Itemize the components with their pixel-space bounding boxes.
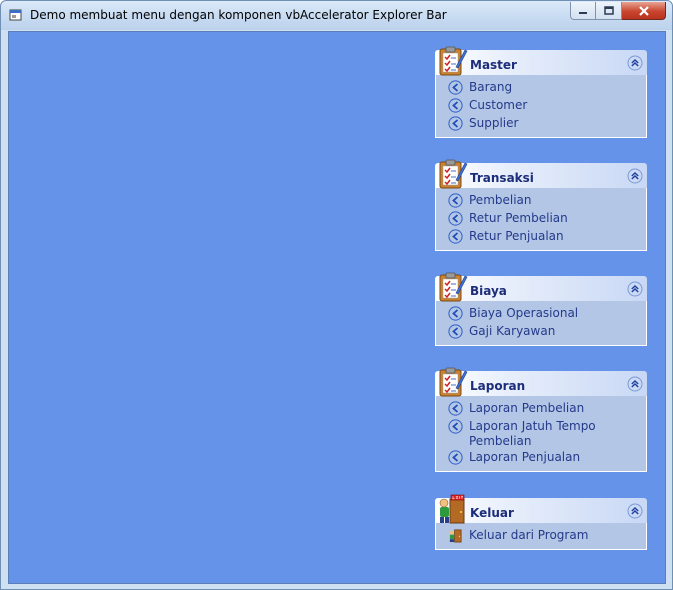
clipboard-icon [436, 271, 468, 303]
arrow-left-circle-icon [448, 450, 463, 465]
menu-item[interactable]: Laporan Pembelian [446, 400, 640, 418]
arrow-left-circle-icon [448, 193, 463, 208]
arrow-left-circle-icon [448, 324, 463, 339]
collapse-chevron-icon[interactable] [627, 168, 643, 184]
group-keluar: Keluar Keluar dari Program [435, 493, 647, 550]
group-title: Laporan [470, 379, 526, 393]
menu-item[interactable]: Barang [446, 79, 640, 97]
group-header[interactable]: Master [435, 45, 647, 75]
group-body: Pembelian Retur Pembelian Retur Penjualan [435, 188, 647, 251]
arrow-left-circle-icon [448, 211, 463, 226]
arrow-left-circle-icon [448, 80, 463, 95]
menu-item[interactable]: Laporan Penjualan [446, 449, 640, 467]
arrow-left-circle-icon [448, 98, 463, 113]
menu-item-label: Customer [469, 98, 528, 112]
menu-item[interactable]: Laporan Jatuh Tempo Pembelian [446, 418, 640, 449]
menu-item-label: Keluar dari Program [469, 528, 589, 542]
menu-item-label: Supplier [469, 116, 519, 130]
collapse-chevron-icon[interactable] [627, 281, 643, 297]
collapse-chevron-icon[interactable] [627, 376, 643, 392]
group-header[interactable]: Biaya [435, 271, 647, 301]
group-title: Keluar [470, 506, 514, 520]
arrow-left-circle-icon [448, 419, 463, 434]
menu-item[interactable]: Retur Pembelian [446, 210, 640, 228]
group-header[interactable]: Laporan [435, 366, 647, 396]
menu-item-label: Laporan Jatuh Tempo Pembelian [469, 419, 596, 448]
menu-item[interactable]: Pembelian [446, 192, 640, 210]
minimize-button[interactable] [570, 2, 596, 20]
group-body: Keluar dari Program [435, 523, 647, 550]
menu-item-label: Pembelian [469, 193, 532, 207]
collapse-chevron-icon[interactable] [627, 55, 643, 71]
group-header[interactable]: Keluar [435, 493, 647, 523]
arrow-left-circle-icon [448, 116, 463, 131]
clipboard-icon [436, 158, 468, 190]
minimize-icon [579, 11, 587, 14]
group-transaksi: Transaksi Pembelian Retur Pembelian Retur P… [435, 158, 647, 251]
arrow-left-circle-icon [448, 306, 463, 321]
exit-door-small-icon [448, 528, 463, 543]
close-icon [638, 5, 649, 16]
exit-door-icon [436, 493, 468, 525]
menu-item-label: Gaji Karyawan [469, 324, 556, 338]
menu-item-label: Laporan Penjualan [469, 450, 581, 464]
menu-item[interactable]: Keluar dari Program [446, 527, 640, 545]
group-laporan: Laporan Laporan Pembelian Laporan Jatuh Te… [435, 366, 647, 472]
group-header[interactable]: Transaksi [435, 158, 647, 188]
group-biaya: Biaya Biaya Operasional Gaji Karyawan [435, 271, 647, 346]
maximize-button[interactable] [596, 2, 622, 20]
group-title: Master [470, 58, 517, 72]
menu-item-label: Biaya Operasional [469, 306, 579, 320]
app-window-icon [9, 9, 22, 21]
arrow-left-circle-icon [448, 401, 463, 416]
group-body: Biaya Operasional Gaji Karyawan [435, 301, 647, 346]
group-body: Barang Customer Supplier [435, 75, 647, 138]
collapse-chevron-icon[interactable] [627, 503, 643, 519]
menu-item[interactable]: Retur Penjualan [446, 228, 640, 246]
clipboard-icon [436, 366, 468, 398]
group-title: Biaya [470, 284, 507, 298]
maximize-icon [603, 5, 614, 15]
title-bar[interactable]: Demo membuat menu dengan komponen vbAcce… [1, 1, 672, 30]
caption-buttons [570, 2, 666, 20]
menu-item-label: Retur Penjualan [469, 229, 564, 243]
group-master: Master Barang Customer Supplier [435, 45, 647, 138]
window-title: Demo membuat menu dengan komponen vbAcce… [30, 8, 447, 22]
menu-item-label: Laporan Pembelian [469, 401, 585, 415]
menu-item-label: Retur Pembelian [469, 211, 568, 225]
menu-item[interactable]: Supplier [446, 115, 640, 133]
menu-item-label: Barang [469, 80, 513, 94]
arrow-left-circle-icon [448, 229, 463, 244]
menu-item[interactable]: Gaji Karyawan [446, 323, 640, 341]
menu-item[interactable]: Customer [446, 97, 640, 115]
close-button[interactable] [622, 2, 666, 20]
menu-item[interactable]: Biaya Operasional [446, 305, 640, 323]
clipboard-icon [436, 45, 468, 77]
app-window: Demo membuat menu dengan komponen vbAcce… [0, 0, 673, 590]
group-body: Laporan Pembelian Laporan Jatuh Tempo Pem… [435, 396, 647, 472]
group-title: Transaksi [470, 171, 534, 185]
